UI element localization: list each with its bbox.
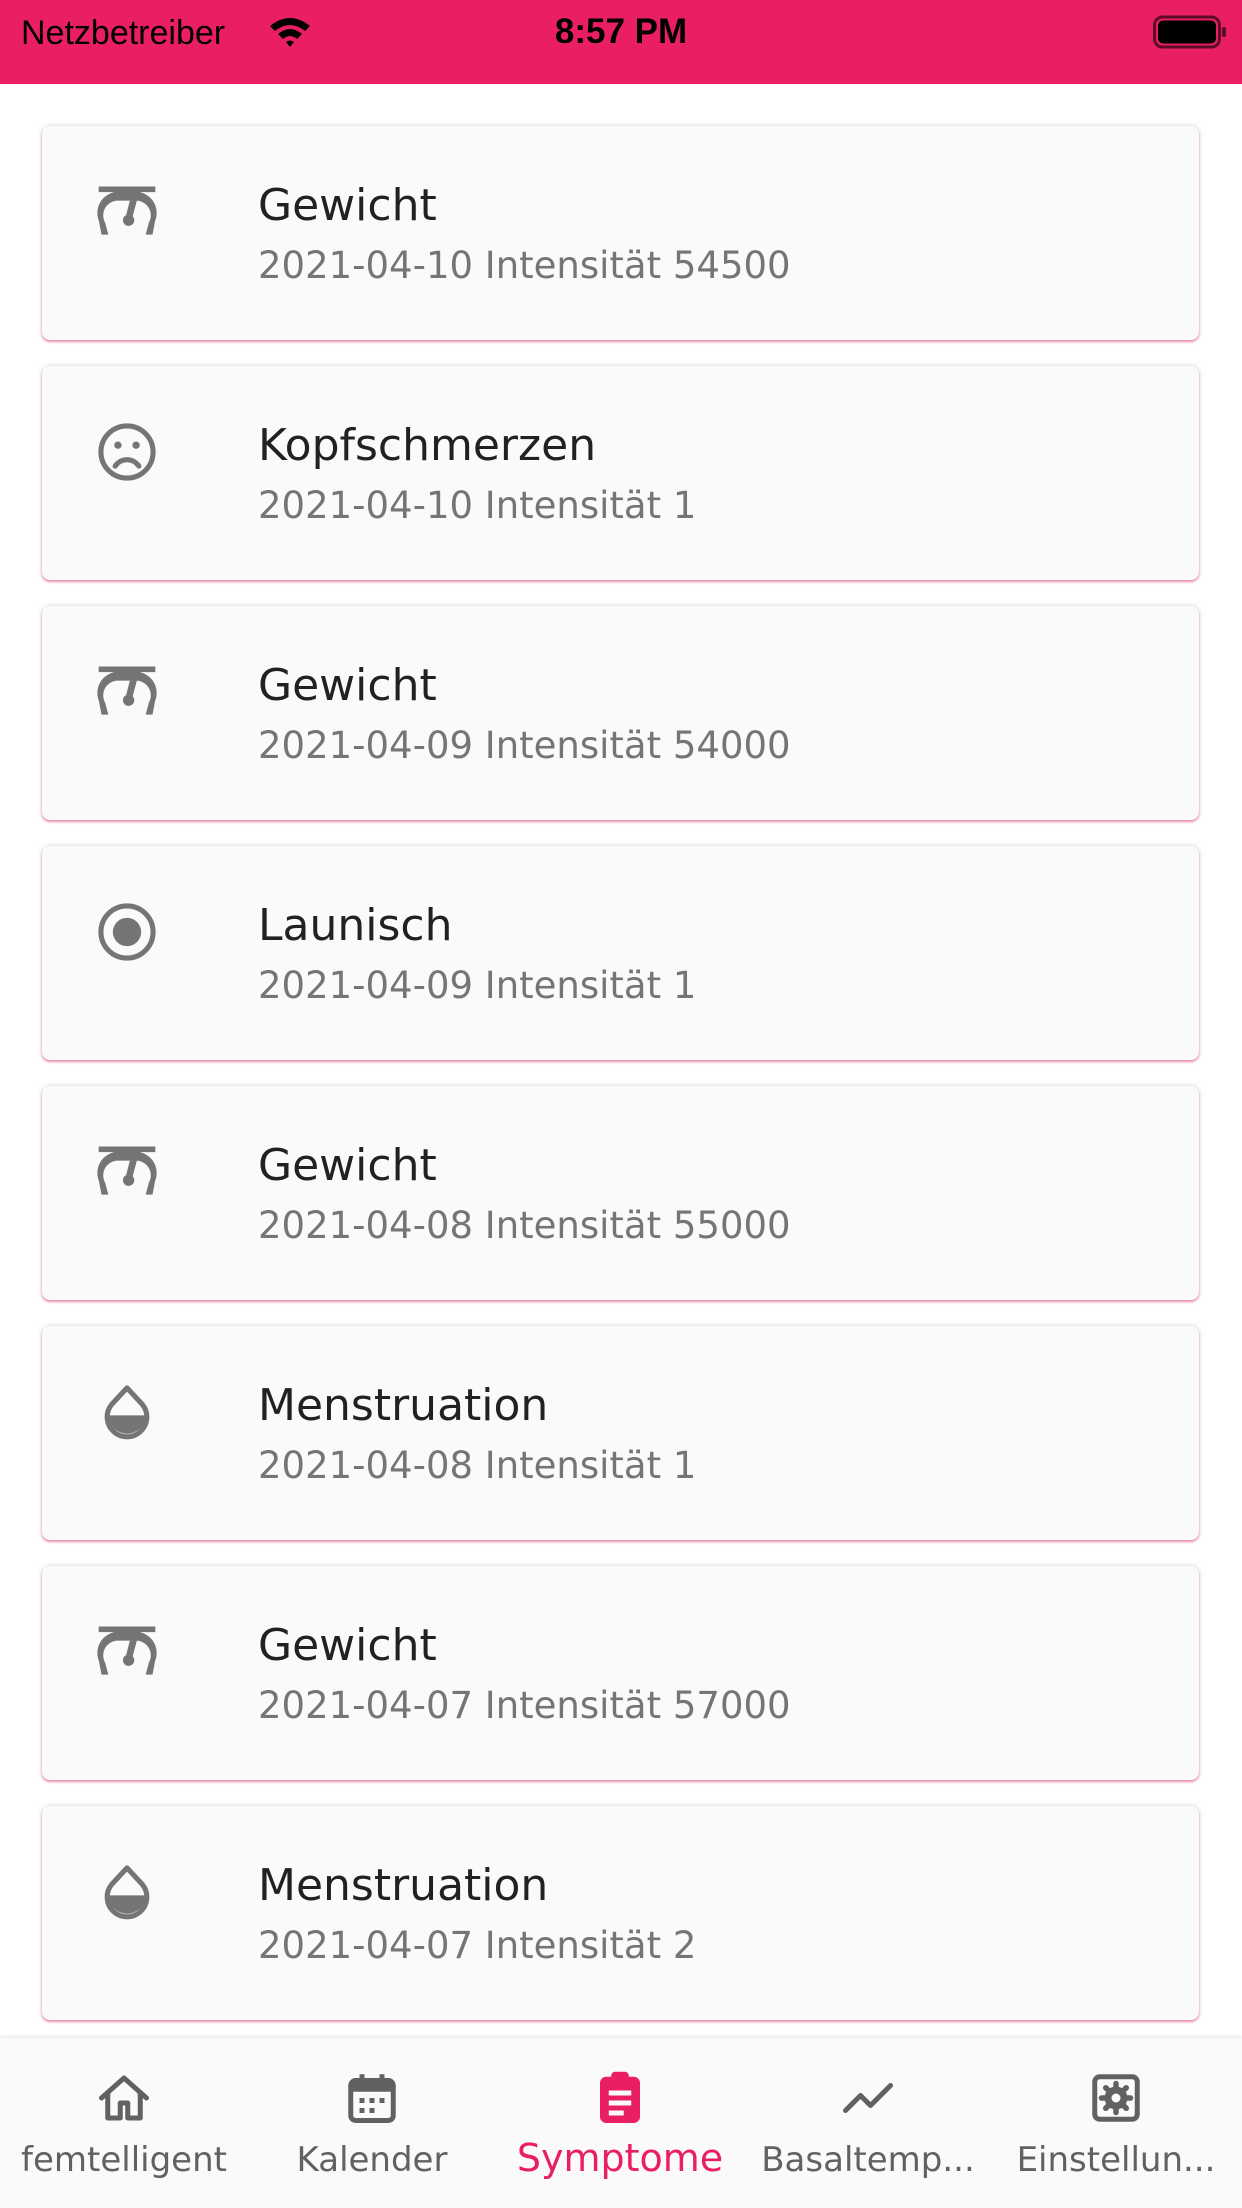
entry-title: Gewicht — [258, 1620, 437, 1671]
entry-title: Gewicht — [258, 180, 437, 231]
entry-title: Gewicht — [258, 1140, 437, 1191]
entry-subtitle: 2021-04-10 Intensität 1 — [258, 484, 697, 527]
entry-title: Menstruation — [258, 1380, 549, 1431]
symptom-list[interactable]: Gewicht 2021-04-10 Intensität 54500 Kopf… — [0, 84, 1242, 2038]
scale-icon — [93, 658, 161, 726]
symptom-entry-card[interactable]: Launisch 2021-04-09 Intensität 1 — [42, 846, 1199, 1060]
tab-femtelligent[interactable]: femtelligent — [0, 2038, 248, 2208]
bottom-tab-bar: femtelligent Kalender Symptome Basaltemp… — [0, 2038, 1242, 2208]
tab-label: Einstellun... — [1016, 2140, 1216, 2180]
tab-label: Kalender — [296, 2140, 448, 2180]
trending-line-icon — [838, 2068, 898, 2128]
symptom-entry-card[interactable]: Kopfschmerzen 2021-04-10 Intensität 1 — [42, 366, 1199, 580]
tab-label: Symptome — [516, 2136, 724, 2180]
calendar-icon — [342, 2068, 402, 2128]
status-time: 8:57 PM — [554, 12, 688, 51]
entry-title: Gewicht — [258, 660, 437, 711]
tab-symptome[interactable]: Symptome — [496, 2038, 744, 2208]
entry-subtitle: 2021-04-09 Intensität 1 — [258, 964, 697, 1007]
settings-icon — [1086, 2068, 1146, 2128]
symptom-entry-card[interactable]: Gewicht 2021-04-08 Intensität 55000 — [42, 1086, 1199, 1300]
entry-title: Menstruation — [258, 1860, 549, 1911]
tab-label: Basaltemp... — [761, 2140, 975, 2180]
drop-icon — [93, 1378, 161, 1446]
tab-basaltemperatur[interactable]: Basaltemp... — [744, 2038, 992, 2208]
tab-einstellungen[interactable]: Einstellun... — [992, 2038, 1240, 2208]
clipboard-icon — [590, 2068, 650, 2128]
symptom-entry-card[interactable]: Gewicht 2021-04-10 Intensität 54500 — [42, 126, 1199, 340]
entry-title: Launisch — [258, 900, 453, 951]
entry-subtitle: 2021-04-09 Intensität 54000 — [258, 724, 791, 767]
scale-icon — [93, 178, 161, 246]
tab-kalender[interactable]: Kalender — [248, 2038, 496, 2208]
radio-button-icon — [93, 898, 161, 966]
entry-subtitle: 2021-04-08 Intensität 1 — [258, 1444, 697, 1487]
entry-subtitle: 2021-04-07 Intensität 2 — [258, 1924, 697, 1967]
home-icon — [94, 2068, 154, 2128]
symptom-entry-card[interactable]: Gewicht 2021-04-07 Intensität 57000 — [42, 1566, 1199, 1780]
entry-title: Kopfschmerzen — [258, 420, 597, 471]
drop-icon — [93, 1858, 161, 1926]
status-bar: Netzbetreiber 8:57 PM — [0, 0, 1242, 84]
scale-icon — [93, 1138, 161, 1206]
symptom-entry-card[interactable]: Menstruation 2021-04-07 Intensität 2 — [42, 1806, 1199, 2020]
battery-icon — [1153, 15, 1227, 54]
entry-subtitle: 2021-04-10 Intensität 54500 — [258, 244, 791, 287]
symptom-entry-card[interactable]: Gewicht 2021-04-09 Intensität 54000 — [42, 606, 1199, 820]
scale-icon — [93, 1618, 161, 1686]
sad-face-icon — [93, 418, 161, 486]
symptom-entry-card[interactable]: Menstruation 2021-04-08 Intensität 1 — [42, 1326, 1199, 1540]
entry-subtitle: 2021-04-08 Intensität 55000 — [258, 1204, 791, 1247]
tab-label: femtelligent — [21, 2140, 227, 2180]
entry-subtitle: 2021-04-07 Intensität 57000 — [258, 1684, 791, 1727]
